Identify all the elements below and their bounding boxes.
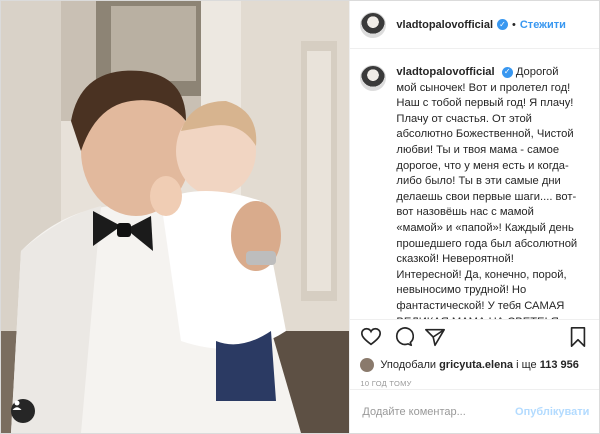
- author-username[interactable]: vladtopalovofficial: [396, 19, 493, 31]
- comment-icon[interactable]: [392, 326, 415, 348]
- bookmark-icon[interactable]: [567, 326, 589, 348]
- avatar[interactable]: [360, 11, 387, 38]
- heart-icon[interactable]: [360, 326, 382, 348]
- comment-bar: Опублікувати: [350, 389, 600, 433]
- likes-count[interactable]: 113 956: [540, 359, 579, 371]
- caption-username[interactable]: vladtopalovofficial: [396, 66, 494, 78]
- photo-illustration: [1, 1, 350, 433]
- share-icon[interactable]: [424, 326, 446, 348]
- likes-row: Уподобали gricyuta.elena і ще 113 956: [350, 353, 599, 377]
- follow-button[interactable]: Стежити: [520, 19, 566, 31]
- liker-username[interactable]: gricyuta.elena: [439, 359, 513, 371]
- user-tag-icon[interactable]: [11, 399, 35, 423]
- post-header: vladtopalovofficial ✓ • Стежити: [350, 1, 599, 49]
- action-bar: [350, 319, 599, 353]
- user-silhouette-icon: [12, 400, 22, 410]
- caption-verified-badge-icon: ✓: [501, 66, 513, 78]
- post-photo[interactable]: [1, 1, 350, 433]
- verified-badge-icon: ✓: [497, 19, 508, 30]
- separator-dot: •: [512, 18, 516, 31]
- likes-prefix: Уподобали: [380, 359, 437, 371]
- caption-text: Дорогой мой сыночек! Вот и пролетел год!…: [396, 66, 578, 319]
- publish-button[interactable]: Опублікувати: [515, 406, 589, 418]
- liker-avatar[interactable]: [360, 358, 375, 372]
- comment-input[interactable]: [360, 404, 516, 419]
- post-panel: vladtopalovofficial ✓ • Стежити vladtopa…: [349, 1, 600, 433]
- likes-middle: і ще: [516, 359, 537, 371]
- caption-avatar[interactable]: [360, 65, 387, 91]
- caption-area: vladtopalovofficial ✓ Дорогой мой сыноче…: [350, 49, 599, 319]
- caption: vladtopalovofficial ✓ Дорогой мой сыноче…: [396, 65, 581, 319]
- instagram-post: vladtopalovofficial ✓ • Стежити vladtopa…: [0, 0, 600, 434]
